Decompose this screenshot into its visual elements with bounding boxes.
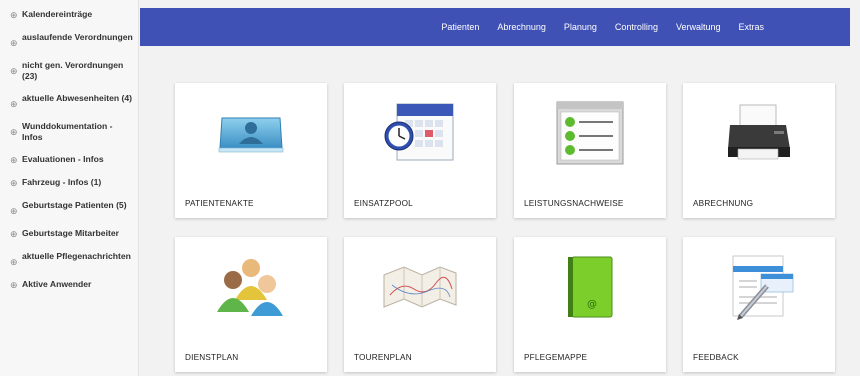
sidebar-item-label: aktuelle Abwesenheiten (4) (22, 93, 132, 103)
sidebar-item-label: Aktive Anwender (22, 279, 92, 289)
document-pencil-icon (683, 245, 835, 329)
tile-label: EINSATZPOOL (354, 199, 413, 208)
sidebar: ⊕ Kalendereinträge ⊕ auslaufende Verordn… (0, 0, 139, 376)
expand-icon[interactable]: ⊕ (10, 9, 22, 21)
nav-planung[interactable]: Planung (564, 22, 597, 32)
tile-abrechnung[interactable]: ABRECHNUNG (683, 83, 835, 218)
expand-icon[interactable]: ⊕ (10, 93, 22, 110)
sidebar-item-label: Geburtstage Patienten (5) (22, 200, 127, 210)
tile-leistungsnachweise[interactable]: LEISTUNGSNACHWEISE (514, 83, 666, 218)
map-icon (344, 245, 496, 329)
tile-feedback[interactable]: FEEDBACK (683, 237, 835, 372)
nav-verwaltung[interactable]: Verwaltung (676, 22, 721, 32)
expand-icon[interactable]: ⊕ (10, 121, 22, 138)
tile-tourenplan[interactable]: TOURENPLAN (344, 237, 496, 372)
green-folder-icon: @ (514, 245, 666, 329)
sidebar-item-aktive-anwender[interactable]: ⊕ Aktive Anwender (0, 279, 138, 291)
nav-patienten[interactable]: Patienten (441, 22, 479, 32)
calendar-clock-icon (344, 91, 496, 175)
tile-dienstplan[interactable]: DIENSTPLAN (175, 237, 327, 372)
expand-icon[interactable]: ⊕ (10, 177, 22, 189)
svg-text:@: @ (587, 299, 597, 310)
expand-icon[interactable]: ⊕ (10, 60, 22, 77)
sidebar-item-nicht-gen-verordnungen[interactable]: ⊕ nicht gen. Verordnungen (23) (0, 60, 138, 82)
tile-pflegemappe[interactable]: @ PFLEGEMAPPE (514, 237, 666, 372)
sidebar-item-label: Geburtstage Mitarbeiter (22, 228, 119, 238)
top-nav-bar: Patienten Abrechnung Planung Controlling… (140, 8, 850, 46)
sidebar-item-aktuelle-abwesenheiten[interactable]: ⊕ aktuelle Abwesenheiten (4) (0, 93, 138, 110)
sidebar-item-label: nicht gen. Verordnungen (23) (22, 60, 124, 81)
tile-label: LEISTUNGSNACHWEISE (524, 199, 624, 208)
sidebar-item-geburtstage-patienten[interactable]: ⊕ Geburtstage Patienten (5) (0, 200, 138, 217)
expand-icon[interactable]: ⊕ (10, 228, 22, 240)
nav-abrechnung[interactable]: Abrechnung (497, 22, 546, 32)
app-page: ⊕ Kalendereinträge ⊕ auslaufende Verordn… (0, 0, 860, 376)
sidebar-item-label: auslaufende Verordnungen (22, 32, 133, 42)
sidebar-item-auslaufende-verordnungen[interactable]: ⊕ auslaufende Verordnungen (0, 32, 138, 49)
tile-label: PATIENTENAKTE (185, 199, 254, 208)
sidebar-item-label: Fahrzeug - Infos (1) (22, 177, 102, 187)
tile-label: DIENSTPLAN (185, 353, 239, 362)
sidebar-item-label: Wunddokumentation - Infos (22, 121, 113, 142)
tile-einsatzpool[interactable]: EINSATZPOOL (344, 83, 496, 218)
tile-label: FEEDBACK (693, 353, 739, 362)
tile-patientenakte[interactable]: PATIENTENAKTE (175, 83, 327, 218)
sidebar-item-label: Kalendereinträge (22, 9, 93, 19)
people-icon (175, 245, 327, 329)
expand-icon[interactable]: ⊕ (10, 279, 22, 291)
sidebar-item-pflegenachrichten[interactable]: ⊕ aktuelle Pflegenachrichten (0, 251, 138, 268)
tile-label: PFLEGEMAPPE (524, 353, 588, 362)
expand-icon[interactable]: ⊕ (10, 154, 22, 166)
sidebar-item-geburtstage-mitarbeiter[interactable]: ⊕ Geburtstage Mitarbeiter (0, 228, 138, 240)
nav-extras[interactable]: Extras (738, 22, 764, 32)
sidebar-item-wunddokumentation[interactable]: ⊕ Wunddokumentation - Infos (0, 121, 138, 143)
printer-icon (683, 91, 835, 175)
sidebar-item-evaluationen[interactable]: ⊕ Evaluationen - Infos (0, 154, 138, 166)
tile-label: TOURENPLAN (354, 353, 412, 362)
nav-controlling[interactable]: Controlling (615, 22, 658, 32)
expand-icon[interactable]: ⊕ (10, 251, 22, 268)
sidebar-item-label: aktuelle Pflegenachrichten (22, 251, 131, 261)
patient-record-icon (175, 91, 327, 175)
sidebar-item-label: Evaluationen - Infos (22, 154, 104, 164)
checklist-icon (514, 91, 666, 175)
sidebar-item-kalendereintraege[interactable]: ⊕ Kalendereinträge (0, 9, 138, 21)
expand-icon[interactable]: ⊕ (10, 32, 22, 49)
tile-label: ABRECHNUNG (693, 199, 754, 208)
expand-icon[interactable]: ⊕ (10, 200, 22, 217)
sidebar-item-fahrzeug[interactable]: ⊕ Fahrzeug - Infos (1) (0, 177, 138, 189)
